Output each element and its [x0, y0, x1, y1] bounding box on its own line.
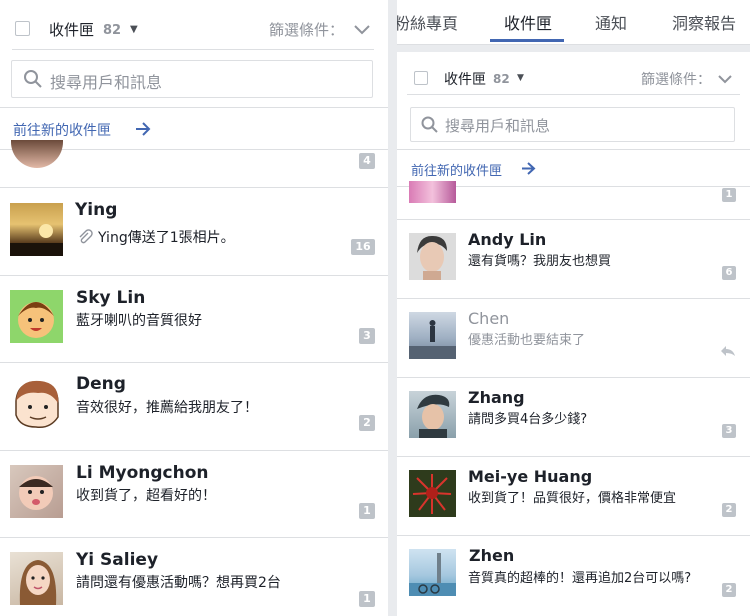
conversation-name: Andy Lin: [468, 230, 547, 249]
conversation-snippet: 優惠活動也要結束了: [468, 333, 586, 348]
inbox-panel: 收件匣 82 ▼ 篩選條件： 搜尋用戶和訊息 前往新的收件匣 1 Andy Li…: [397, 52, 750, 616]
avatar: [409, 549, 456, 596]
avatar: [10, 465, 63, 518]
avatar: [10, 552, 63, 605]
tab-page[interactable]: 粉絲專頁: [397, 10, 458, 34]
list-item[interactable]: Ying Ying傳送了1張相片。 16: [0, 188, 388, 276]
header-divider: [12, 49, 374, 50]
inbox-label: 收件匣: [444, 72, 486, 88]
conversation-name: Li Myongchon: [76, 463, 209, 483]
select-all-checkbox[interactable]: [15, 21, 30, 36]
conversation-snippet: 藍牙喇叭的音質很好: [76, 313, 202, 329]
conversation-name: Zhang: [468, 388, 525, 407]
caret-down-icon[interactable]: ▼: [130, 24, 138, 35]
left-inbox-panel: 收件匣 82 ▼ 篩選條件： 搜尋用戶和訊息 前往新的收件匣 4 Ying Yi…: [0, 0, 388, 616]
chevron-down-icon[interactable]: [718, 74, 732, 84]
inbox-count: 82: [103, 23, 122, 38]
list-item-partial[interactable]: 1: [397, 181, 750, 220]
unread-badge: 3: [359, 328, 375, 344]
conversation-snippet: 收到貨了！品質很好，價格非常便宜: [468, 491, 677, 506]
conversation-snippet: 收到貨了，超看好的！: [76, 488, 216, 504]
avatar: [409, 181, 456, 203]
unread-badge: 16: [351, 239, 375, 255]
paperclip-icon: [79, 229, 93, 244]
list-item[interactable]: Sky Lin 藍牙喇叭的音質很好 3: [0, 276, 388, 363]
chevron-down-icon[interactable]: [354, 24, 370, 36]
conversation-name: Deng: [76, 374, 126, 394]
unread-badge: 6: [722, 266, 736, 280]
avatar: [409, 391, 456, 438]
arrow-right-icon[interactable]: [135, 122, 151, 136]
filter-label[interactable]: 篩選條件：: [641, 69, 711, 89]
list-item[interactable]: Yi Saliey 請問還有優惠活動嗎？想再買2台 1: [0, 538, 388, 616]
list-item[interactable]: Chen 優惠活動也要結束了: [397, 299, 750, 378]
unread-badge: 1: [722, 188, 736, 202]
list-item[interactable]: Zhang 請問多買4台多少錢? 3: [397, 378, 750, 457]
avatar: [409, 233, 456, 280]
active-tab-indicator: [490, 39, 564, 42]
right-inbox-panel: 粉絲專頁 收件匣 通知 洞察報告 收件匣 82 ▼ 篩選條件： 搜尋用戶和訊息 …: [397, 0, 750, 616]
conversation-name: Chen: [468, 309, 510, 328]
unread-badge: 2: [722, 583, 736, 597]
filter-label[interactable]: 篩選條件：: [269, 19, 344, 40]
avatar: [10, 203, 63, 256]
list-item[interactable]: Andy Lin 還有貨嗎？我朋友也想買 6: [397, 220, 750, 299]
search-input[interactable]: 搜尋用戶和訊息: [11, 60, 373, 98]
header-divider: [407, 94, 740, 95]
reply-icon: [721, 346, 735, 356]
conversation-name: Sky Lin: [76, 288, 146, 308]
page-tabs: 粉絲專頁 收件匣 通知 洞察報告: [397, 0, 750, 45]
list-item-partial[interactable]: 4: [0, 140, 388, 188]
conversation-snippet: 請問還有優惠活動嗎？想再買2台: [76, 575, 281, 591]
caret-down-icon[interactable]: ▼: [517, 73, 524, 83]
conversation-snippet: 音效很好，推薦給我朋友了！: [76, 400, 258, 416]
avatar: [409, 312, 456, 359]
conversation-name: Yi Saliey: [76, 550, 159, 570]
unread-badge: 1: [359, 591, 375, 607]
list-item[interactable]: Mei-ye Huang 收到貨了！品質很好，價格非常便宜 2: [397, 457, 750, 536]
avatar: [409, 470, 456, 517]
search-divider: [0, 107, 388, 108]
unread-badge: 2: [722, 503, 736, 517]
search-icon: [24, 70, 42, 88]
arrow-right-icon[interactable]: [521, 162, 536, 175]
search-divider: [397, 149, 750, 150]
search-input[interactable]: 搜尋用戶和訊息: [410, 107, 735, 142]
list-item[interactable]: Zhen 音質真的超棒的！還再追加2台可以嗎? 2: [397, 536, 750, 616]
tab-notifications[interactable]: 通知: [595, 10, 627, 34]
conversation-name: Zhen: [469, 546, 515, 565]
conversation-snippet: 音質真的超棒的！還再追加2台可以嗎?: [468, 571, 692, 586]
goto-new-inbox-link[interactable]: 前往新的收件匣: [411, 160, 502, 179]
tab-insights[interactable]: 洞察報告: [672, 10, 736, 34]
unread-badge: 4: [359, 153, 375, 169]
inbox-label: 收件匣: [49, 21, 95, 39]
avatar: [10, 377, 63, 430]
conversation-snippet: Ying傳送了1張相片。: [98, 230, 235, 246]
tab-inbox[interactable]: 收件匣: [504, 10, 552, 34]
unread-badge: 1: [359, 503, 375, 519]
unread-badge: 3: [722, 424, 736, 438]
search-placeholder: 搜尋用戶和訊息: [445, 117, 551, 135]
search-placeholder: 搜尋用戶和訊息: [50, 73, 163, 92]
conversation-snippet: 請問多買4台多少錢?: [468, 412, 588, 427]
inbox-count: 82: [493, 72, 510, 86]
avatar: [10, 290, 63, 343]
unread-badge: 2: [359, 415, 375, 431]
avatar: [11, 140, 63, 168]
conversation-name: Mei-ye Huang: [468, 467, 593, 486]
select-all-checkbox[interactable]: [414, 71, 428, 85]
conversation-name: Ying: [75, 200, 118, 220]
conversation-snippet: 還有貨嗎？我朋友也想買: [468, 254, 612, 269]
list-item[interactable]: Li Myongchon 收到貨了，超看好的！ 1: [0, 451, 388, 538]
search-icon: [421, 116, 438, 133]
goto-new-inbox-link[interactable]: 前往新的收件匣: [13, 120, 111, 140]
list-item[interactable]: Deng 音效很好，推薦給我朋友了！ 2: [0, 363, 388, 451]
